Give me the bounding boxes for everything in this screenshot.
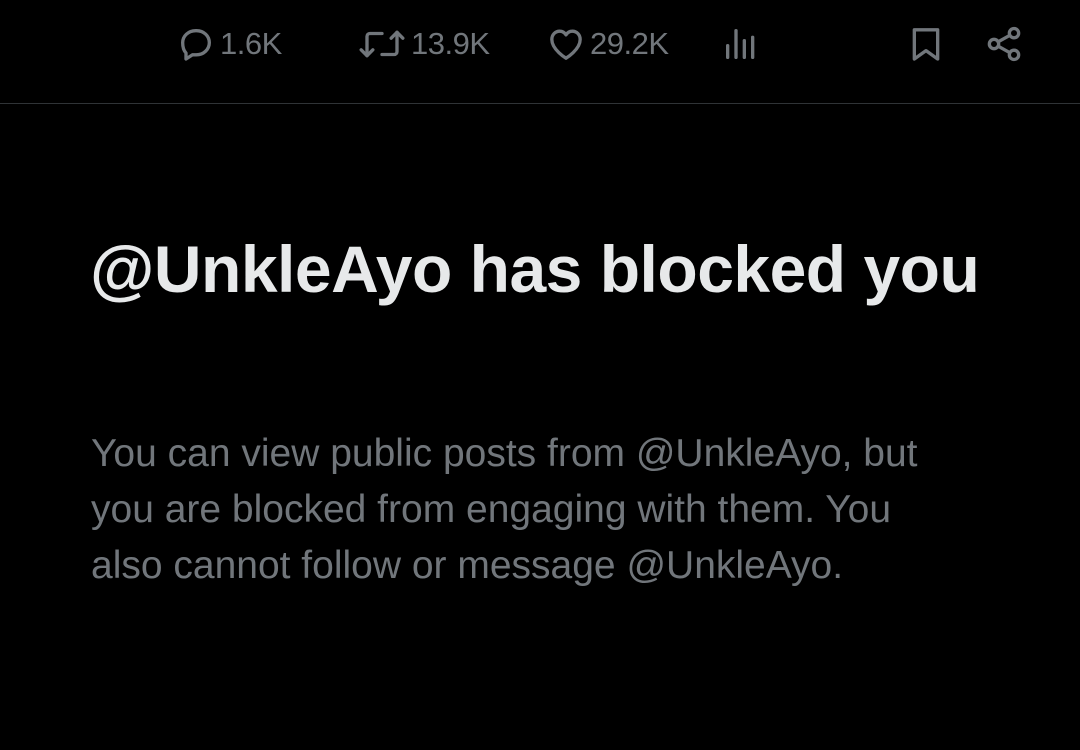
heart-icon — [546, 24, 586, 64]
repost-icon — [357, 24, 407, 64]
post-action-bar: 1.6K 13.9K 29.2K — [0, 0, 1080, 104]
repost-button[interactable]: 13.9K — [357, 22, 490, 66]
share-icon — [984, 24, 1024, 64]
like-count: 29.2K — [590, 26, 669, 61]
reply-button[interactable]: 1.6K — [176, 22, 282, 66]
like-button[interactable]: 29.2K — [546, 22, 669, 66]
reply-icon — [176, 24, 216, 64]
views-icon — [721, 24, 761, 64]
blocked-description: You can view public posts from @UnkleAyo… — [91, 432, 918, 587]
bookmark-button[interactable] — [906, 22, 946, 66]
bookmark-icon — [906, 24, 946, 64]
repost-count: 13.9K — [411, 26, 490, 61]
share-button[interactable] — [984, 22, 1024, 66]
blocked-title: @UnkleAyo has blocked you — [90, 232, 980, 306]
views-button[interactable] — [721, 22, 761, 66]
reply-count: 1.6K — [220, 26, 282, 61]
